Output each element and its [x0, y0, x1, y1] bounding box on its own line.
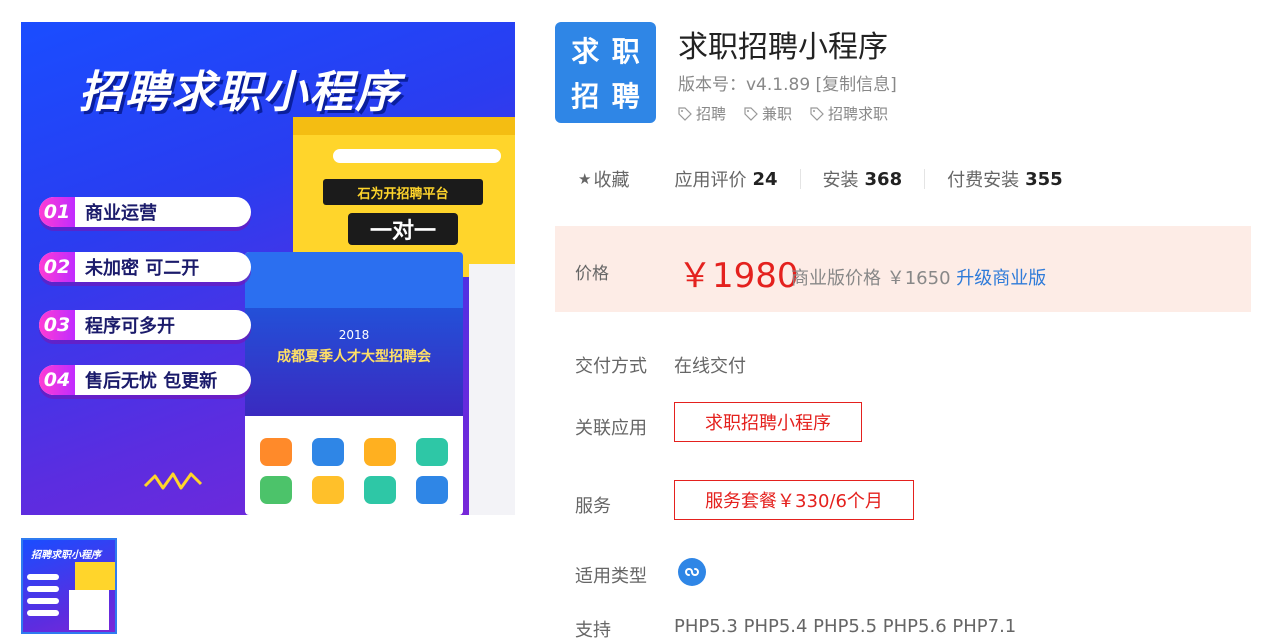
feature-pill-1: 01 商业运营: [39, 197, 251, 227]
gallery-thumbnail[interactable]: 招聘求职小程序: [21, 538, 117, 634]
price-value: ￥1980: [678, 256, 799, 296]
delivery-value: 在线交付: [674, 356, 746, 377]
app-icon: 求 职 招 聘: [555, 22, 656, 123]
favorite-button[interactable]: ★ 收藏: [578, 166, 629, 192]
ad-headline: 成都夏季人才大型招聘会: [277, 349, 431, 365]
service-label: 服务: [575, 496, 611, 517]
squiggle-decoration: [143, 472, 203, 490]
hero-title: 招聘求职小程序: [79, 67, 401, 118]
type-label: 适用类型: [575, 566, 647, 587]
tag-icon: [744, 106, 758, 121]
price-panel: 价格 ￥1980 商业版价格 ￥1650 升级商业版: [555, 226, 1251, 312]
tag-item[interactable]: 招聘求职: [810, 103, 888, 124]
related-app-label: 关联应用: [575, 418, 647, 439]
tag-item[interactable]: 招聘: [678, 103, 726, 124]
phone-mockup-side: [469, 264, 515, 515]
upgrade-link[interactable]: 升级商业版: [956, 268, 1046, 289]
support-label: 支持: [575, 620, 611, 641]
price-label: 价格: [575, 264, 609, 284]
feature-pill-4: 04 售后无忧 包更新: [39, 365, 251, 395]
copy-info-link[interactable]: [复制信息]: [816, 75, 897, 95]
star-icon: ★: [578, 170, 592, 188]
stats-bar: ★ 收藏 应用评价 24 安装 368 付费安装 355: [578, 166, 1063, 192]
yellow-banner: 石为开招聘平台: [323, 179, 483, 205]
divider: [924, 169, 926, 189]
tag-icon: [678, 106, 692, 121]
rating-stat[interactable]: 应用评价 24: [674, 166, 777, 192]
tag-item[interactable]: 兼职: [744, 103, 792, 124]
feature-pill-2: 02 未加密 可二开: [39, 252, 251, 282]
delivery-label: 交付方式: [575, 356, 647, 377]
mini-program-icon: [678, 558, 706, 586]
version-label: 版本号：: [678, 75, 746, 95]
tag-icon: [810, 106, 824, 121]
feature-pill-3: 03 程序可多开: [39, 310, 251, 340]
paid-install-stat: 付费安装 355: [947, 168, 1063, 192]
version-number: v4.1.89: [746, 75, 811, 95]
version-info: 版本号：v4.1.89 [复制信息]: [678, 70, 897, 95]
tag-list: 招聘 兼职 招聘求职: [678, 103, 888, 124]
product-main-image: 招聘求职小程序 石为开招聘平台 一对一 2018 成都夏季人才大型招聘会 01 …: [21, 22, 515, 515]
install-stat: 安装 368: [822, 168, 903, 192]
divider: [799, 169, 801, 189]
service-package-button[interactable]: 服务套餐￥330/6个月: [674, 480, 914, 520]
related-app-button[interactable]: 求职招聘小程序: [674, 402, 862, 442]
commercial-price: 商业版价格 ￥1650 升级商业版: [791, 268, 1047, 289]
ad-year: 2018: [338, 328, 370, 342]
phone-mockup-blue: 2018 成都夏季人才大型招聘会: [245, 252, 463, 515]
yellow-banner-2: 一对一: [348, 213, 458, 245]
support-value: PHP5.3 PHP5.4 PHP5.5 PHP5.6 PHP7.1: [674, 616, 1017, 637]
app-title: 求职招聘小程序: [678, 30, 888, 65]
